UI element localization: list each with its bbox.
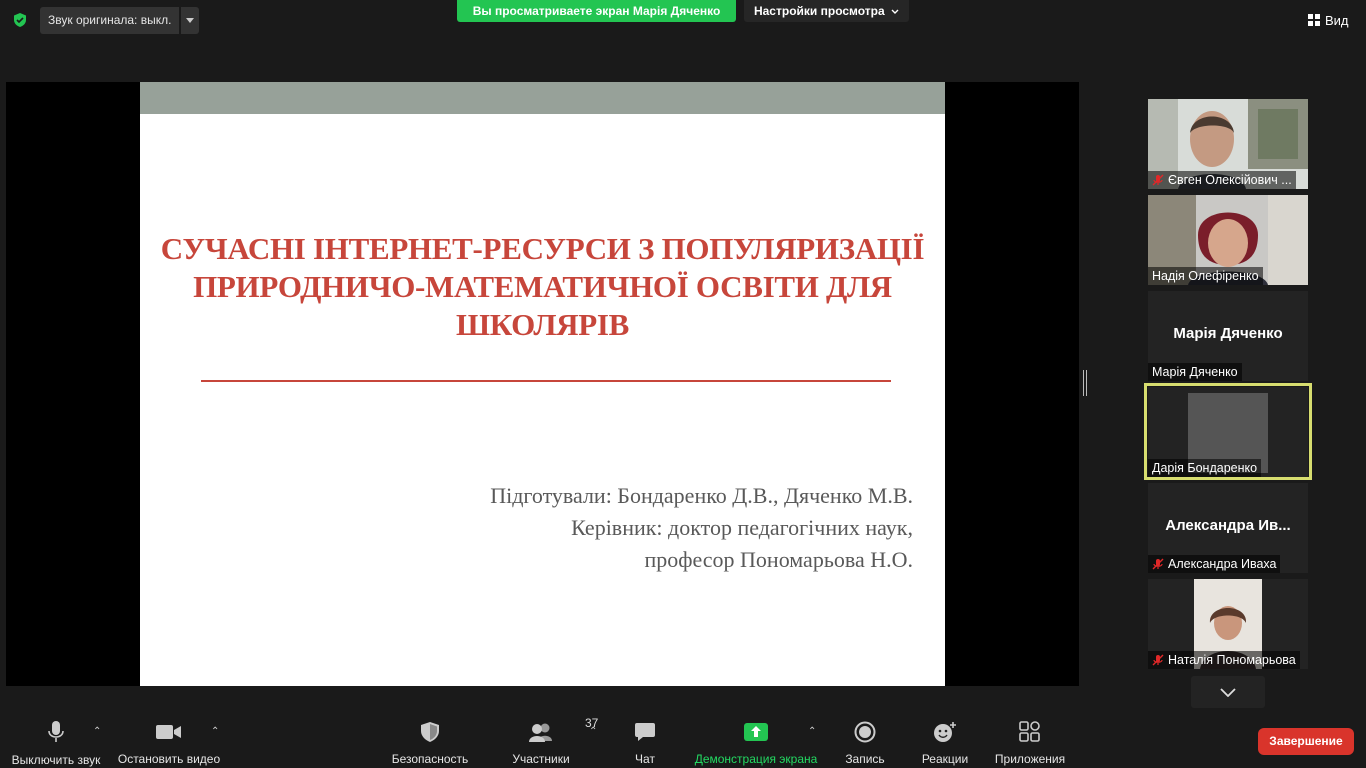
slide-credits: Підготували: Бондаренко Д.В., Дяченко М.… [490,480,913,576]
mic-muted-icon [1152,654,1164,666]
security-label: Безопасность [391,752,469,766]
record-button[interactable]: Запись [838,720,892,766]
participants-icon [529,723,552,742]
apps-button[interactable]: Приложения [990,720,1070,766]
emoji-plus-icon [934,721,956,742]
mute-button[interactable]: Выключить звук [8,720,104,767]
original-sound-label[interactable]: Звук оригинала: выкл. [40,7,180,34]
participant-name-tag: Дарія Бондаренко [1148,459,1262,477]
end-meeting-button[interactable]: Завершение [1258,728,1354,755]
apps-label: Приложения [994,752,1066,766]
participant-display-name: Марія Дяченко [1173,325,1283,342]
share-options-caret-icon[interactable]: ⌃ [808,726,816,737]
participant-name-tag: Наталія Пономарьова [1148,651,1300,669]
view-label: Вид [1325,12,1349,28]
presentation-slide: СУЧАСНІ ІНТЕРНЕТ-РЕСУРСИ З ПОПУЛЯРИЗАЦІЇ… [140,82,945,686]
chat-bubble-icon [635,722,655,741]
participant-tile[interactable]: Наталія Пономарьова [1148,579,1308,669]
share-screen-button[interactable]: Демонстрация экрана [692,720,820,766]
participant-name: Александра Иваха [1168,557,1277,571]
panel-resize-handle[interactable] [1083,370,1087,396]
mic-muted-icon [1152,558,1164,570]
reactions-label: Реакции [921,752,969,766]
record-icon [854,721,876,742]
credits-line: Керівник: доктор педагогічних наук, [571,515,913,540]
participant-name-tag: Александра Иваха [1148,555,1281,573]
gallery-scroll-down-button[interactable] [1191,676,1265,708]
encryption-shield-icon[interactable] [12,12,28,28]
participant-name: Дарія Бондаренко [1152,461,1258,475]
video-options-caret-icon[interactable]: ⌃ [211,726,219,737]
share-screen-label: Демонстрация экрана [694,752,818,766]
chevron-down-icon [1220,687,1236,697]
view-options-button[interactable]: Настройки просмотра [744,0,909,22]
participant-tile[interactable]: Євген Олексійович ... [1148,99,1308,189]
shield-icon [421,721,439,742]
participant-name: Надія Олефіренко [1152,269,1259,283]
audio-options-caret-icon[interactable]: ⌃ [93,726,101,737]
video-camera-icon [156,724,181,739]
mic-muted-icon [1152,174,1164,186]
stop-video-label: Остановить видео [117,752,221,766]
participant-name-tag: Надія Олефіренко [1148,267,1263,285]
grid-icon [1308,14,1320,26]
participant-display-name: Александра Ив... [1165,517,1291,534]
participant-name: Євген Олексійович ... [1168,173,1292,187]
participant-name-tag: Євген Олексійович ... [1148,171,1296,189]
credits-line: професор Пономарьова Н.О. [644,547,913,572]
participants-label: Участники [512,752,570,766]
participant-name: Наталія Пономарьова [1168,653,1296,667]
original-sound-toggle[interactable]: Звук оригинала: выкл. [40,7,200,34]
view-button[interactable]: Вид [1308,8,1349,32]
participants-options-caret-icon[interactable]: ⌃ [589,726,597,737]
participant-tile[interactable]: Александра Ив... Александра Иваха [1148,483,1308,573]
microphone-icon [48,721,64,742]
security-button[interactable]: Безопасность [386,720,474,766]
stop-video-button[interactable]: Остановить видео [116,720,222,766]
view-options-label: Настройки просмотра [753,4,885,18]
slide-title-line: ШКОЛЯРІВ [455,307,630,342]
slide-header-band [140,82,945,114]
share-screen-icon [744,722,768,741]
slide-title-line: СУЧАСНІ ІНТЕРНЕТ-РЕСУРСИ З ПОПУЛЯРИЗАЦІЇ [160,231,925,266]
chevron-down-icon [891,9,899,14]
mute-label: Выключить звук [11,753,101,767]
slide-divider [201,380,891,382]
slide-title-line: ПРИРОДНИЧО-МАТЕМАТИЧНОЇ ОСВІТИ ДЛЯ [193,269,892,304]
chat-button[interactable]: Чат [620,720,670,766]
credits-line: Підготували: Бондаренко Д.В., Дяченко М.… [490,483,913,508]
slide-title: СУЧАСНІ ІНТЕРНЕТ-РЕСУРСИ З ПОПУЛЯРИЗАЦІЇ… [160,230,925,344]
screen-share-banner: Вы просматриваете экран Марія Дяченко [457,0,736,22]
participant-tile[interactable]: Марія Дяченко Марія Дяченко [1148,291,1308,381]
chevron-down-icon[interactable] [181,7,200,34]
reactions-button[interactable]: Реакции [916,720,974,766]
record-label: Запись [845,752,885,766]
participant-name-tag: Марія Дяченко [1148,363,1242,381]
participant-name: Марія Дяченко [1152,365,1238,379]
participant-tile[interactable]: Надія Олефіренко [1148,195,1308,285]
participant-tile[interactable]: Дарія Бондаренко [1148,387,1308,477]
shared-screen[interactable]: СУЧАСНІ ІНТЕРНЕТ-РЕСУРСИ З ПОПУЛЯРИЗАЦІЇ… [6,82,1079,686]
apps-icon [1019,720,1040,742]
participants-button[interactable]: 37 Участники [500,716,598,766]
chat-label: Чат [635,752,655,766]
